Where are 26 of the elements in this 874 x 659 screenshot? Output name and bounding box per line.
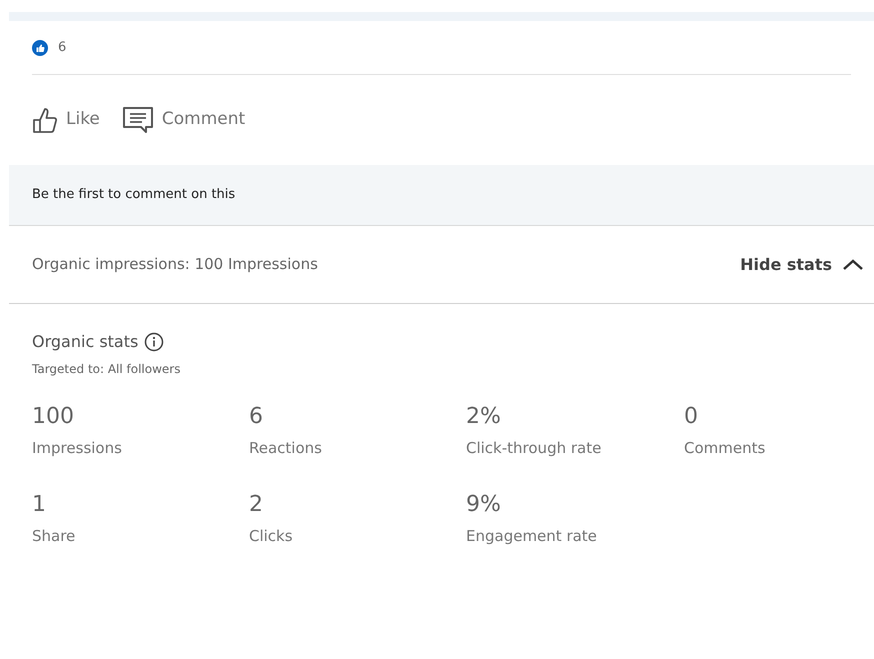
- stat-label: Share: [32, 526, 76, 547]
- comment-button[interactable]: Comment: [122, 106, 246, 134]
- stat-label: Click-through rate: [466, 438, 602, 459]
- stat-value: 0: [684, 403, 698, 431]
- like-button[interactable]: Like: [32, 106, 100, 134]
- stat-label: Reactions: [249, 438, 322, 459]
- stat-value: 6: [249, 403, 263, 431]
- stat-value: 100: [32, 403, 74, 431]
- reaction-count: 6: [58, 38, 66, 57]
- hide-stats-button[interactable]: Hide stats: [740, 252, 864, 276]
- stat-value: 2%: [466, 403, 501, 431]
- like-reaction-icon: [32, 40, 48, 56]
- stat-value: 1: [32, 491, 46, 519]
- stat-label: Clicks: [249, 526, 293, 547]
- empty-comments-message: Be the first to comment on this: [32, 186, 236, 204]
- stat-value: 2: [249, 491, 263, 519]
- comment-icon: [122, 106, 154, 134]
- impressions-summary: Organic impressions: 100 Impressions: [32, 254, 318, 276]
- stats-title: Organic stats: [32, 331, 138, 353]
- stat-label: Impressions: [32, 438, 122, 459]
- stat-value: 9%: [466, 491, 501, 519]
- targeting-text: Targeted to: All followers: [32, 361, 182, 378]
- info-icon[interactable]: [144, 332, 164, 352]
- stat-label: Engagement rate: [466, 526, 597, 547]
- thumbs-up-icon: [32, 106, 58, 134]
- stat-label: Comments: [684, 438, 766, 459]
